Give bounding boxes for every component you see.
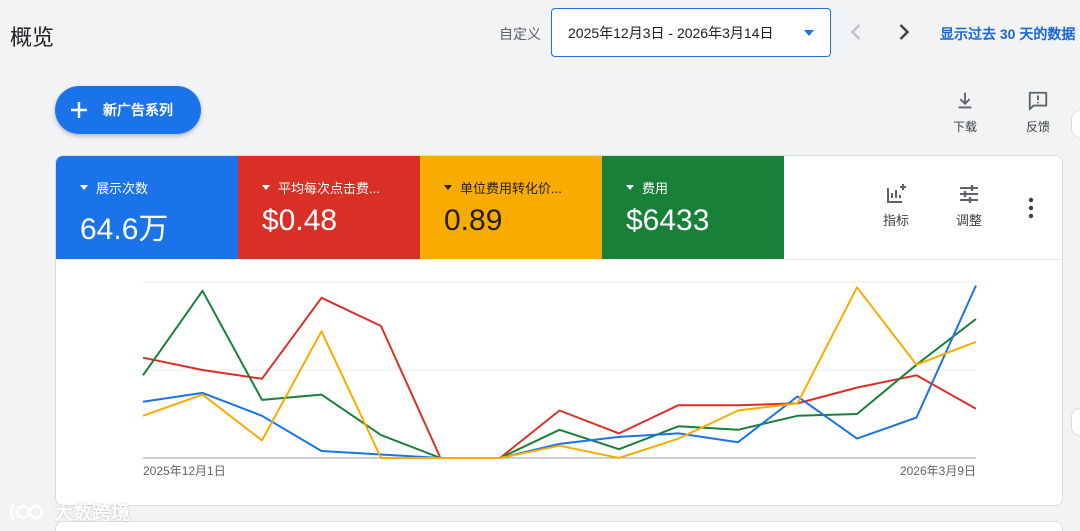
side-panel-handle-lower[interactable] (1071, 408, 1080, 436)
performance-line-chart: 2025年12月1日 2026年3月9日 (142, 281, 977, 478)
metric-tile-impressions[interactable]: 展示次数 64.6万 (56, 156, 238, 259)
x-axis-start-label: 2025年12月1日 (143, 464, 226, 478)
dropdown-caret-icon (804, 30, 814, 36)
metric-tile-conv-value-per-cost[interactable]: 单位费用转化价... 0.89 (420, 156, 602, 259)
x-axis-end-label: 2026年3月9日 (900, 464, 976, 478)
adjust-label: 调整 (955, 213, 982, 228)
download-icon (958, 92, 972, 109)
dropdown-triangle-icon (444, 185, 452, 190)
metric-name: 单位费用转化价... (460, 181, 562, 196)
metric-tiles: 展示次数 64.6万 平均每次点击费... $0.48 单位费用转化价... 0… (56, 156, 784, 259)
metric-name: 平均每次点击费... (278, 181, 380, 196)
download-button[interactable]: 下载 (940, 90, 990, 135)
side-panel-handle[interactable] (1071, 110, 1080, 138)
plus-icon (71, 102, 87, 118)
series-layer (142, 285, 977, 459)
more-vert-icon[interactable] (1011, 196, 1051, 220)
metric-value: $6433 (626, 204, 710, 237)
feedback-button[interactable]: 反馈 (1013, 90, 1063, 135)
new-campaign-label: 新广告系列 (103, 102, 173, 118)
date-range-label: 自定义 (499, 26, 541, 42)
metric-name: 费用 (642, 181, 669, 196)
metric-value: $0.48 (262, 204, 338, 237)
series-line-1 (142, 289, 977, 459)
metric-tile-cost[interactable]: 费用 $6433 (602, 156, 784, 259)
dropdown-triangle-icon (626, 185, 634, 190)
feedback-label: 反馈 (1025, 120, 1050, 134)
metrics-label: 指标 (882, 213, 909, 228)
overview-card: 展示次数 64.6万 平均每次点击费... $0.48 单位费用转化价... 0… (55, 155, 1063, 506)
metric-tile-avg-cpc[interactable]: 平均每次点击费... $0.48 (238, 156, 420, 259)
chevron-left-icon[interactable] (842, 18, 870, 46)
series-line-3 (142, 286, 977, 459)
watermark-logo-icon (9, 501, 44, 522)
metric-value: 0.89 (444, 204, 503, 237)
watermark: 大数跨境 (8, 498, 130, 525)
add-chart-icon (887, 184, 906, 203)
watermark-text: 大数跨境 (54, 503, 131, 524)
dropdown-triangle-icon (80, 185, 88, 190)
chevron-right-icon[interactable] (890, 18, 918, 46)
feedback-icon (1028, 91, 1048, 111)
metric-name: 展示次数 (96, 181, 149, 196)
download-label: 下载 (952, 120, 977, 134)
show-last-30-days-link[interactable]: 显示过去 30 天的数据 (940, 24, 1075, 44)
date-range-picker[interactable]: 2025年12月3日 - 2026年3月14日 (551, 8, 831, 57)
metric-value: 64.6万 (80, 213, 169, 246)
page-title: 概览 (10, 25, 55, 50)
adjust-button[interactable]: 调整 (944, 182, 994, 229)
new-campaign-button[interactable]: 新广告系列 (55, 86, 201, 134)
dropdown-triangle-icon (262, 185, 270, 190)
date-range-value: 2025年12月3日 - 2026年3月14日 (568, 24, 774, 41)
metrics-button[interactable]: 指标 (871, 182, 921, 229)
next-card (55, 521, 1063, 531)
tune-icon (960, 185, 978, 203)
